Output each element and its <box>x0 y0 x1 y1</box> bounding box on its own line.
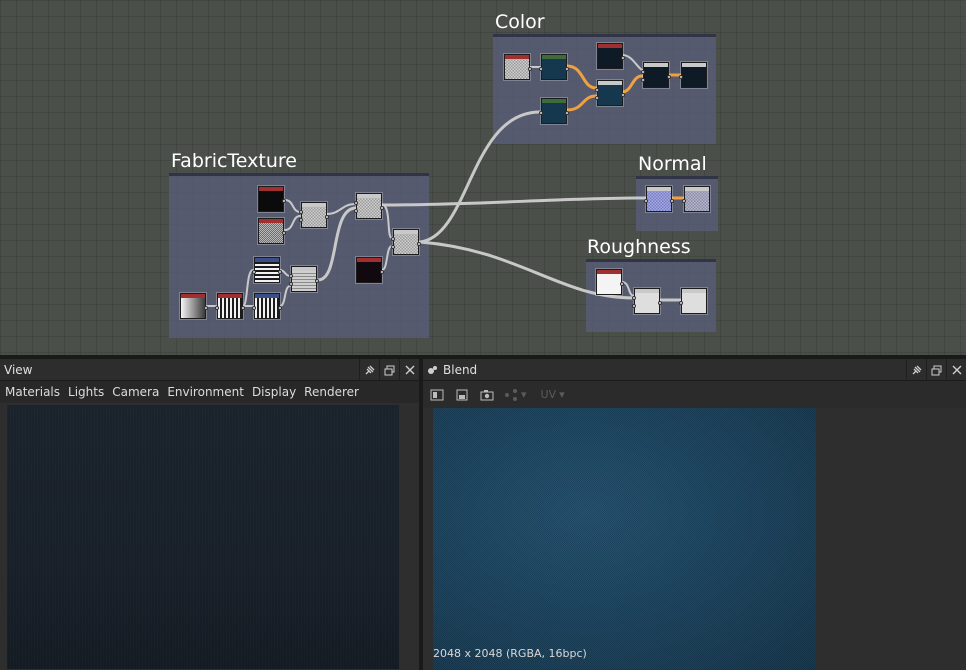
blend-float-button[interactable] <box>926 359 946 381</box>
2d-view-area[interactable]: 2048 x 2048 (RGBA, 16bpc) <box>423 408 966 670</box>
view-close-button[interactable] <box>399 359 419 381</box>
export-button[interactable] <box>454 387 470 403</box>
node-color-tint-2[interactable] <box>539 98 569 124</box>
float-icon <box>384 365 395 375</box>
node-ft-dark[interactable] <box>258 186 286 212</box>
view-panel-header: View <box>0 359 419 381</box>
node-ft-noise-red[interactable] <box>258 218 286 244</box>
node-normal-output[interactable] <box>682 186 710 212</box>
node-color-noise[interactable] <box>504 54 532 80</box>
node-ft-stripes-1[interactable] <box>215 293 245 319</box>
blend-panel-title: Blend <box>443 362 478 377</box>
menu-materials[interactable]: Materials <box>5 385 60 399</box>
3d-viewport[interactable] <box>7 405 399 669</box>
node-ft-gradient[interactable] <box>180 293 208 319</box>
frame-title-fabric-texture: FabricTexture <box>171 150 297 172</box>
uv-dropdown-label: UV <box>540 388 557 401</box>
view-panel: View Materials Lights Camera Environment… <box>0 359 419 670</box>
camera-icon <box>480 389 494 400</box>
share-icon <box>505 388 517 401</box>
pin-icon <box>365 365 375 374</box>
node-color-tint-1[interactable] <box>539 54 569 80</box>
chevron-down-icon: ▾ <box>521 388 527 401</box>
node-ft-output[interactable] <box>391 229 421 255</box>
node-ft-stripes-2[interactable] <box>252 293 282 319</box>
tiling-dropdown[interactable]: ▾ <box>504 388 527 401</box>
frame-title-roughness: Roughness <box>587 236 691 258</box>
paint-bucket-icon <box>428 365 437 374</box>
menu-display[interactable]: Display <box>252 385 296 399</box>
node-roughness-blend[interactable] <box>632 288 662 314</box>
node-ft-blend-b[interactable] <box>354 193 384 219</box>
pin-icon <box>912 365 922 374</box>
node-normal-source[interactable] <box>644 186 674 212</box>
blend-panel-header: Blend <box>423 359 966 381</box>
node-ft-blend-a[interactable] <box>299 202 329 228</box>
menu-renderer[interactable]: Renderer <box>304 385 359 399</box>
blend-close-button[interactable] <box>946 359 966 381</box>
node-color-blend-1[interactable] <box>595 80 625 106</box>
node-ft-dark-mask[interactable] <box>356 257 384 283</box>
float-icon <box>931 365 942 375</box>
view-panel-title: View <box>4 362 33 377</box>
close-icon <box>405 365 414 375</box>
node-ft-stripes-3[interactable] <box>252 257 282 283</box>
node-graph-canvas[interactable]: Color FabricTexture Normal Roughness <box>0 0 966 355</box>
menu-camera[interactable]: Camera <box>112 385 159 399</box>
blend-pin-button[interactable] <box>906 359 926 381</box>
frame-title-color: Color <box>495 11 545 33</box>
menu-environment[interactable]: Environment <box>167 385 244 399</box>
texture-preview[interactable] <box>433 408 816 670</box>
node-color-output[interactable] <box>679 62 707 88</box>
display-channels-button[interactable] <box>429 387 445 403</box>
texture-resolution-status: 2048 x 2048 (RGBA, 16bpc) <box>433 647 587 660</box>
channels-icon <box>430 389 444 400</box>
save-icon <box>456 389 468 400</box>
node-roughness-source[interactable] <box>596 269 624 295</box>
node-color-blend-2[interactable] <box>641 62 671 88</box>
view-menubar: Materials Lights Camera Environment Disp… <box>0 381 419 403</box>
view-float-button[interactable] <box>379 359 399 381</box>
node-ft-weave[interactable] <box>289 266 319 292</box>
snapshot-button[interactable] <box>479 387 495 403</box>
chevron-down-icon: ▾ <box>559 388 565 401</box>
blend-panel: Blend ▾ UV ▾ 2048 x 2048 (RGBA, 16bpc) <box>423 359 966 670</box>
node-color-dark[interactable] <box>597 43 625 69</box>
node-connections <box>206 54 685 307</box>
blend-toolbar: ▾ UV ▾ <box>423 381 966 408</box>
frame-title-normal: Normal <box>638 153 707 175</box>
menu-lights[interactable]: Lights <box>68 385 104 399</box>
close-icon <box>952 365 961 375</box>
blend-panel-icon <box>423 364 439 376</box>
uv-dropdown[interactable]: UV ▾ <box>541 388 565 401</box>
node-roughness-output[interactable] <box>679 288 707 314</box>
frame-fabric-texture[interactable] <box>169 173 429 338</box>
view-pin-button[interactable] <box>359 359 379 381</box>
